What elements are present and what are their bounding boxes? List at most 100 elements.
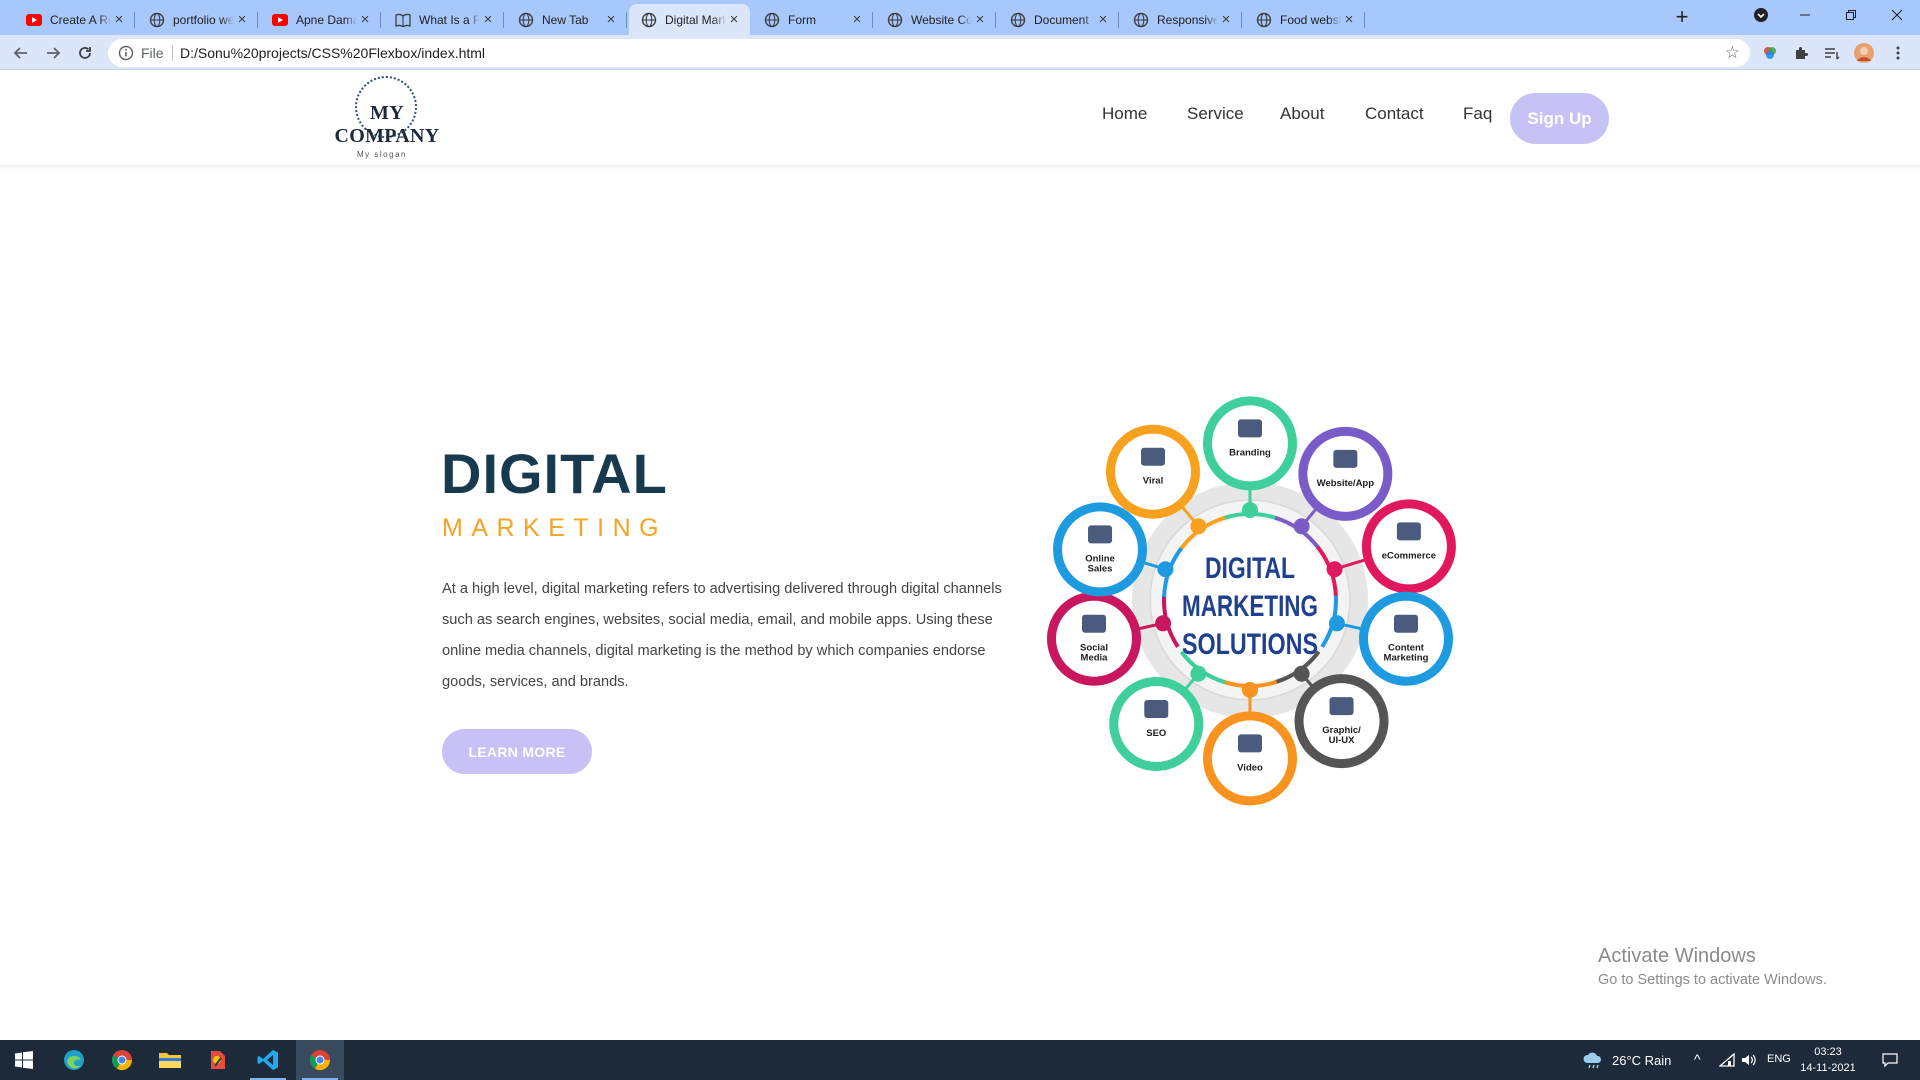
info-icon[interactable] <box>118 45 134 61</box>
nav-contact[interactable]: Contact <box>1365 104 1424 124</box>
tab-title: Responsive Wel <box>1157 12 1218 27</box>
tab-close-icon[interactable]: × <box>1341 11 1357 28</box>
system-clock[interactable]: 03:23 14-11-2021 <box>1800 1044 1856 1076</box>
bookmark-star-icon[interactable]: ☆ <box>1725 43 1740 63</box>
node-label: UI-UX <box>1329 735 1356 746</box>
node-icon <box>1144 699 1169 718</box>
restore-icon[interactable] <box>1828 0 1874 30</box>
chrome-icon[interactable] <box>98 1040 146 1080</box>
browser-tab[interactable]: Website Coding× <box>875 4 996 35</box>
extensions-puzzle-icon[interactable] <box>1789 41 1813 65</box>
globe-icon <box>641 12 657 28</box>
logo-slogan: My slogan <box>357 150 407 159</box>
hub-title-line: DIGITAL <box>1205 552 1295 585</box>
notifications-icon[interactable] <box>1870 1040 1910 1080</box>
new-tab-button[interactable]: + <box>1670 6 1694 30</box>
browser-tab[interactable]: portfolio websit× <box>137 4 258 35</box>
globe-icon <box>1010 12 1026 28</box>
tab-close-icon[interactable]: × <box>357 11 373 28</box>
browser-tab[interactable]: Create A Respon× <box>14 4 135 35</box>
tab-search-icon[interactable] <box>1738 0 1784 30</box>
node-label: Website/App <box>1317 478 1375 489</box>
tab-separator <box>380 12 381 28</box>
node-label: Video <box>1237 762 1263 773</box>
sign-up-button[interactable]: Sign Up <box>1510 93 1609 144</box>
close-window-icon[interactable] <box>1874 0 1920 30</box>
address-divider <box>172 45 173 61</box>
node-icon <box>1141 447 1166 466</box>
tab-close-icon[interactable]: × <box>480 11 496 28</box>
connector-dot <box>1242 502 1258 518</box>
scheme-label: File <box>141 45 164 61</box>
network-icon[interactable] <box>1716 1040 1738 1080</box>
back-icon[interactable] <box>9 41 33 65</box>
browser-tab[interactable]: New Tab × <box>506 4 627 35</box>
watermark-subtitle: Go to Settings to activate Windows. <box>1598 972 1827 988</box>
tab-close-icon[interactable]: × <box>1095 11 1111 28</box>
weather-text[interactable]: 26°C Rain <box>1612 1053 1671 1068</box>
node-icon <box>1238 419 1262 438</box>
nav-service[interactable]: Service <box>1187 104 1244 124</box>
tab-title: Document <box>1034 12 1089 27</box>
node-icon <box>1396 522 1421 541</box>
tab-close-icon[interactable]: × <box>111 11 127 28</box>
volume-icon[interactable] <box>1738 1040 1760 1080</box>
connector-dot <box>1293 665 1310 682</box>
connector-dot <box>1326 561 1343 578</box>
forward-icon[interactable] <box>41 41 65 65</box>
browser-tab[interactable]: Digital Marketin× <box>629 4 750 35</box>
browser-tab[interactable]: Food website× <box>1244 4 1365 35</box>
company-logo[interactable]: MY COMPANY My slogan <box>322 76 452 162</box>
node-label: Branding <box>1229 447 1271 458</box>
browser-tab[interactable]: Form × <box>752 4 873 35</box>
node-icon <box>1333 449 1358 468</box>
edge-icon[interactable] <box>50 1040 98 1080</box>
browser-tab[interactable]: Document × <box>998 4 1119 35</box>
windows-start-icon[interactable] <box>0 1040 48 1080</box>
tab-title: Food website <box>1280 12 1341 27</box>
address-bar[interactable]: File D:/Sonu%20projects/CSS%20Flexbox/in… <box>108 39 1750 67</box>
vscode-icon[interactable] <box>244 1040 292 1080</box>
connector-dot <box>1190 665 1207 682</box>
tab-close-icon[interactable]: × <box>603 11 619 28</box>
watermark-title: Activate Windows <box>1598 945 1756 967</box>
tab-close-icon[interactable]: × <box>234 11 250 28</box>
tab-separator <box>995 12 996 28</box>
node-label: Marketing <box>1384 653 1429 664</box>
weather-icon[interactable] <box>1578 1040 1608 1080</box>
address-url[interactable]: D:/Sonu%20projects/CSS%20Flexbox/index.h… <box>180 45 485 61</box>
reading-list-icon[interactable] <box>1820 41 1844 65</box>
tab-close-icon[interactable]: × <box>726 11 742 28</box>
minimize-icon[interactable] <box>1782 0 1828 30</box>
show-hidden-icons-chevron-up-icon[interactable]: ^ <box>1694 1051 1701 1067</box>
chrome-active-icon[interactable] <box>296 1040 344 1080</box>
browser-tab[interactable]: What Is a Front-× <box>383 4 504 35</box>
globe-icon <box>887 12 903 28</box>
tab-close-icon[interactable]: × <box>972 11 988 28</box>
nav-home[interactable]: Home <box>1102 104 1147 124</box>
nav-about[interactable]: About <box>1280 104 1324 124</box>
youtube-icon <box>26 12 42 28</box>
node-face <box>1367 600 1444 677</box>
file-explorer-icon[interactable] <box>146 1040 194 1080</box>
node-icon <box>1329 697 1354 716</box>
nav-faq[interactable]: Faq <box>1463 104 1492 124</box>
tab-title: Create A Respon <box>50 12 111 27</box>
browser-menu-icon[interactable] <box>1886 41 1910 65</box>
tab-separator <box>1241 12 1242 28</box>
tab-close-icon[interactable]: × <box>1218 11 1234 28</box>
learn-more-button[interactable]: LEARN MORE <box>442 729 592 774</box>
profile-avatar[interactable] <box>1852 41 1876 65</box>
language-indicator[interactable]: ENG <box>1767 1053 1791 1065</box>
globe-icon <box>518 12 534 28</box>
browser-tab[interactable]: Responsive Wel× <box>1121 4 1242 35</box>
site-header: MY COMPANY My slogan Home Service About … <box>0 70 1920 166</box>
hero-title: DIGITAL <box>441 442 668 505</box>
reload-icon[interactable] <box>73 41 97 65</box>
clock-time: 03:23 <box>1814 1046 1842 1058</box>
paint-app-icon[interactable] <box>194 1040 242 1080</box>
tab-close-icon[interactable]: × <box>849 11 865 28</box>
color-extension-icon[interactable] <box>1758 41 1782 65</box>
windows-taskbar: 26°C Rain ^ ENG 03:23 14-11-2021 <box>0 1040 1920 1080</box>
browser-tab[interactable]: Apne Daman e 3× <box>260 4 381 35</box>
